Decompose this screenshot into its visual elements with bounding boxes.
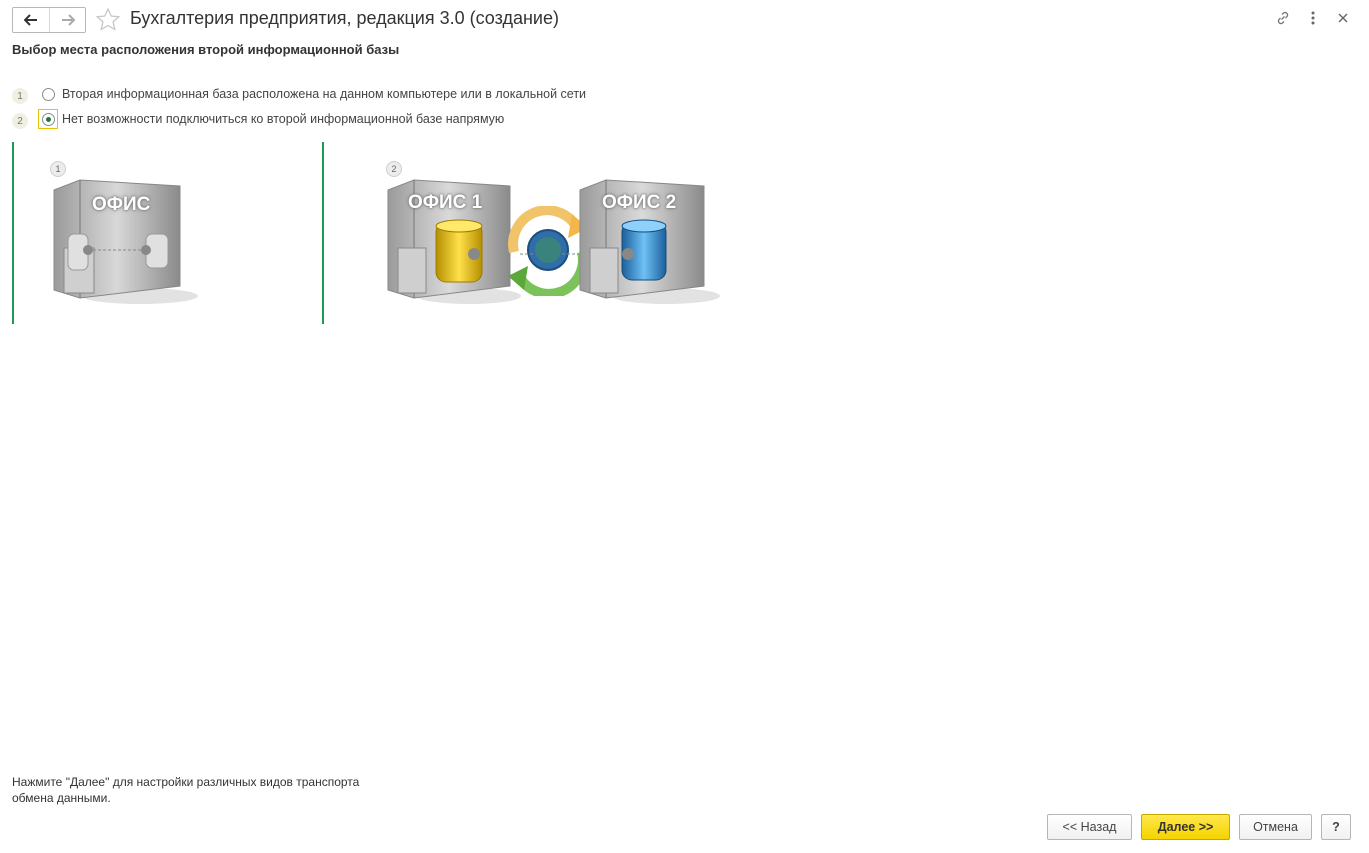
- building-label: ОФИС 2: [602, 192, 677, 213]
- window-controls: [1275, 10, 1351, 26]
- back-nav-button[interactable]: [13, 8, 49, 32]
- close-icon[interactable]: [1335, 10, 1351, 26]
- radio-no-direct-connection[interactable]: [38, 109, 58, 129]
- forward-nav-button[interactable]: [49, 8, 85, 32]
- option-label: Вторая информационная база расположена н…: [62, 87, 587, 101]
- link-icon[interactable]: [1275, 10, 1291, 26]
- arrow-right-icon: [61, 14, 75, 26]
- radio-circle: [41, 87, 55, 101]
- office2-building-image: ОФИС 2: [576, 178, 722, 313]
- office-building-image: ОФИС: [50, 178, 200, 313]
- favorite-star-icon[interactable]: [95, 7, 121, 36]
- arrow-left-icon: [24, 14, 37, 26]
- more-options-icon[interactable]: [1305, 10, 1321, 26]
- cancel-button[interactable]: Отмена: [1239, 814, 1312, 840]
- option-number-badge: 1: [12, 88, 28, 104]
- pane1-number-badge: 1: [50, 161, 66, 177]
- window-title: Бухгалтерия предприятия, редакция 3.0 (с…: [130, 8, 559, 28]
- pane-divider-right: [322, 142, 324, 324]
- next-button[interactable]: Далее >>: [1141, 814, 1230, 840]
- back-button[interactable]: << Назад: [1047, 814, 1132, 840]
- nav-buttons: [12, 7, 86, 33]
- help-button[interactable]: ?: [1321, 814, 1351, 840]
- radio-circle: [41, 112, 55, 126]
- building-label: ОФИС: [92, 194, 151, 215]
- building-label: ОФИС 1: [408, 192, 483, 213]
- option-label: Нет возможности подключиться ко второй и…: [62, 112, 505, 126]
- option-local-network[interactable]: 1 Вторая информационная база расположена…: [12, 84, 586, 104]
- radio-selected-dot: [45, 116, 51, 122]
- option-number-badge: 2: [12, 113, 28, 129]
- radio-local-network[interactable]: [38, 84, 58, 104]
- wizard-window: Бухгалтерия предприятия, редакция 3.0 (с…: [0, 0, 1369, 853]
- pane-divider-left: [12, 142, 14, 324]
- section-title: Выбор места расположения второй информац…: [12, 42, 400, 57]
- option-no-direct-connection[interactable]: 2 Нет возможности подключиться ко второй…: [12, 109, 504, 129]
- footer-hint: Нажмите "Далее" для настройки различных …: [12, 775, 360, 805]
- pane2-number-badge: 2: [386, 161, 402, 177]
